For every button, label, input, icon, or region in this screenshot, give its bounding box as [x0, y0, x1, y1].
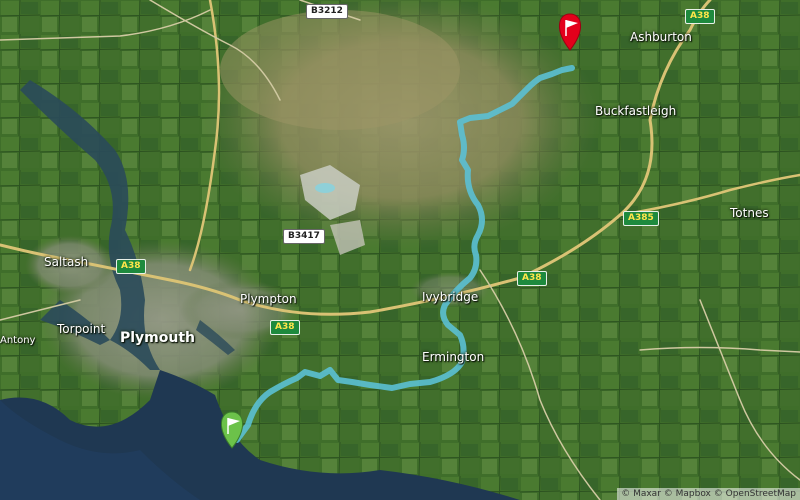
road-shield-a38: A38 [517, 271, 547, 286]
map-attribution[interactable]: © Maxar © Mapbox © OpenStreetMap [617, 488, 800, 500]
road-shield-a38: A38 [116, 259, 146, 274]
place-label-ivybridge: Ivybridge [422, 290, 479, 304]
road-shield-a38: A38 [685, 9, 715, 24]
place-label-ashburton: Ashburton [630, 30, 692, 44]
place-label-totnes: Totnes [730, 206, 769, 220]
map-canvas[interactable]: Ashburton Buckfastleigh Totnes Saltash P… [0, 0, 800, 500]
road-shield-b3212: B3212 [306, 4, 348, 19]
place-label-ermington: Ermington [422, 350, 485, 364]
place-label-plympton: Plympton [240, 292, 297, 306]
place-label-saltash: Saltash [44, 255, 89, 269]
satellite-basemap [0, 0, 800, 500]
place-label-antony: Antony [0, 335, 36, 346]
place-label-buckfastleigh: Buckfastleigh [595, 104, 677, 118]
road-shield-a385: A385 [623, 211, 659, 226]
road-shield-a38: A38 [270, 320, 300, 335]
place-label-torpoint: Torpoint [57, 322, 106, 336]
road-shield-b3417: B3417 [283, 229, 325, 244]
place-label-plymouth: Plymouth [120, 330, 196, 346]
